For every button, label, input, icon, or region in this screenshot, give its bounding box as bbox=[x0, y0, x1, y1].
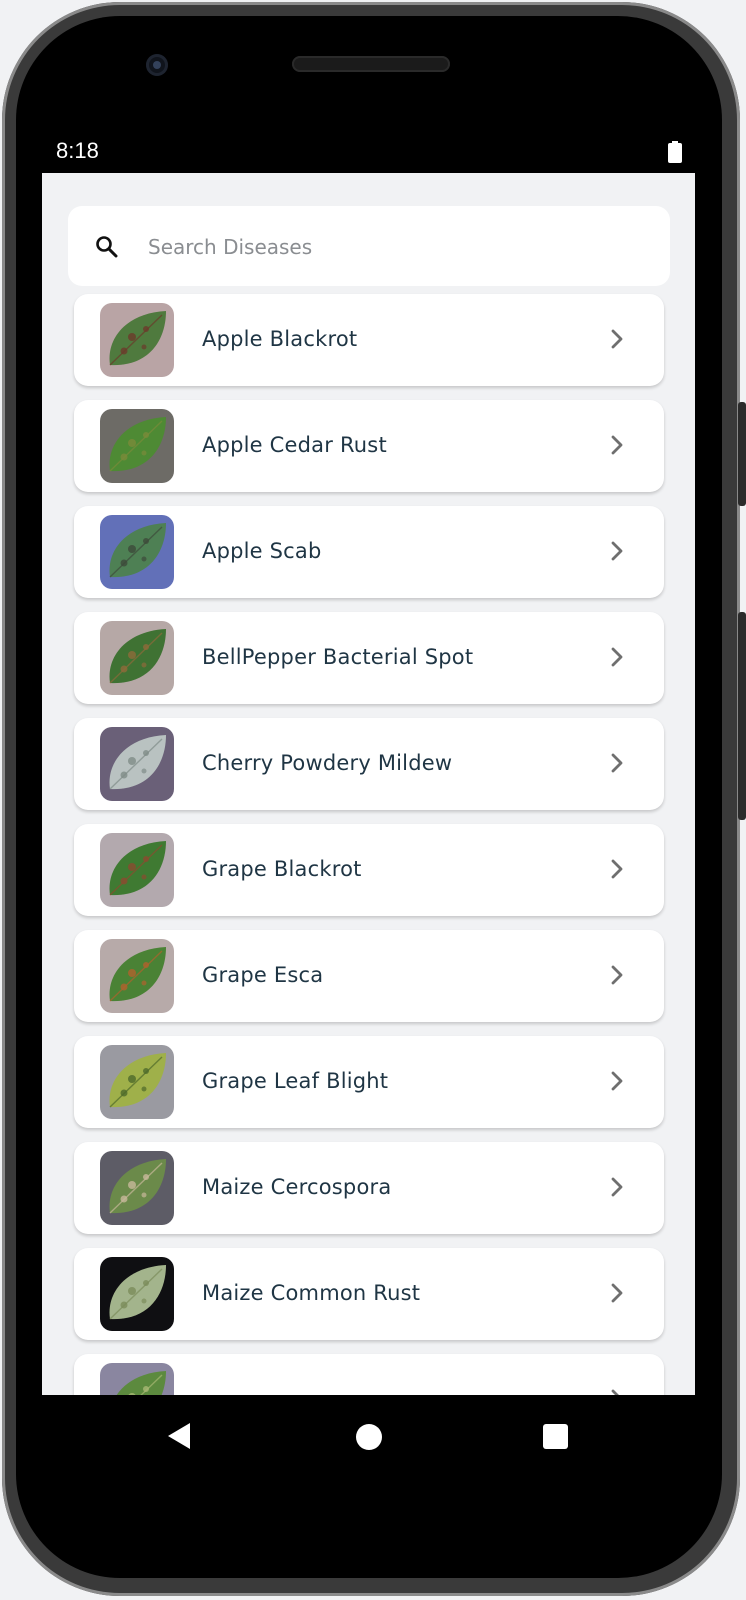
disease-name: Grape Esca bbox=[202, 963, 324, 987]
recents-square-icon[interactable] bbox=[543, 1424, 568, 1449]
disease-name: Maize Common Rust bbox=[202, 1281, 421, 1305]
search-icon bbox=[96, 236, 118, 258]
disease-list-item[interactable]: Grape Esca bbox=[74, 930, 664, 1022]
disease-list-item[interactable]: Grape Blackrot bbox=[74, 824, 664, 916]
search-bar[interactable] bbox=[68, 206, 670, 286]
disease-list-item[interactable]: Apple Cedar Rust bbox=[74, 400, 664, 492]
disease-thumbnail bbox=[100, 303, 174, 377]
home-circle-icon[interactable] bbox=[356, 1424, 382, 1450]
disease-list-item[interactable] bbox=[74, 1354, 664, 1395]
disease-list-item[interactable]: Apple Blackrot bbox=[74, 294, 664, 386]
battery-full-icon bbox=[668, 141, 682, 163]
earpiece-speaker bbox=[292, 56, 450, 72]
disease-list-item[interactable]: Cherry Powdery Mildew bbox=[74, 718, 664, 810]
disease-name: Grape Blackrot bbox=[202, 857, 362, 881]
disease-name: Maize Cercospora bbox=[202, 1175, 392, 1199]
status-time: 8:18 bbox=[56, 138, 99, 163]
volume-button bbox=[738, 402, 746, 506]
disease-list-item[interactable]: BellPepper Bacterial Spot bbox=[74, 612, 664, 704]
chevron-right-icon bbox=[611, 859, 623, 879]
chevron-right-icon bbox=[611, 1071, 623, 1091]
disease-list-item[interactable]: Maize Cercospora bbox=[74, 1142, 664, 1234]
disease-thumbnail bbox=[100, 621, 174, 695]
disease-name: Apple Scab bbox=[202, 539, 322, 563]
chevron-right-icon bbox=[611, 329, 623, 349]
disease-list: Apple Blackrot Apple Cedar Rust Apple Scab… bbox=[74, 294, 664, 1395]
disease-thumbnail bbox=[100, 727, 174, 801]
disease-thumbnail bbox=[100, 1363, 174, 1395]
chevron-right-icon bbox=[611, 753, 623, 773]
disease-name: Apple Cedar Rust bbox=[202, 433, 387, 457]
chevron-right-icon bbox=[611, 435, 623, 455]
chevron-right-icon bbox=[611, 1389, 619, 1395]
chevron-right-icon bbox=[611, 1283, 623, 1303]
disease-list-item[interactable]: Grape Leaf Blight bbox=[74, 1036, 664, 1128]
chevron-right-icon bbox=[611, 965, 623, 985]
disease-thumbnail bbox=[100, 1257, 174, 1331]
chevron-right-icon bbox=[611, 647, 623, 667]
disease-thumbnail bbox=[100, 1151, 174, 1225]
disease-thumbnail bbox=[100, 939, 174, 1013]
disease-thumbnail bbox=[100, 515, 174, 589]
disease-thumbnail bbox=[100, 833, 174, 907]
disease-list-item[interactable]: Apple Scab bbox=[74, 506, 664, 598]
chevron-right-icon bbox=[611, 1177, 623, 1197]
disease-thumbnail bbox=[100, 409, 174, 483]
app-screen: Apple Blackrot Apple Cedar Rust Apple Scab… bbox=[42, 173, 695, 1395]
disease-thumbnail bbox=[100, 1045, 174, 1119]
disease-list-item[interactable]: Maize Common Rust bbox=[74, 1248, 664, 1340]
disease-name: BellPepper Bacterial Spot bbox=[202, 645, 474, 669]
disease-name: Grape Leaf Blight bbox=[202, 1069, 389, 1093]
disease-name: Cherry Powdery Mildew bbox=[202, 751, 453, 775]
power-button bbox=[738, 612, 746, 820]
front-camera bbox=[146, 54, 168, 76]
chevron-right-icon bbox=[611, 541, 623, 561]
disease-name: Apple Blackrot bbox=[202, 327, 358, 351]
search-input[interactable] bbox=[146, 224, 650, 270]
back-triangle-icon[interactable] bbox=[166, 1421, 192, 1451]
